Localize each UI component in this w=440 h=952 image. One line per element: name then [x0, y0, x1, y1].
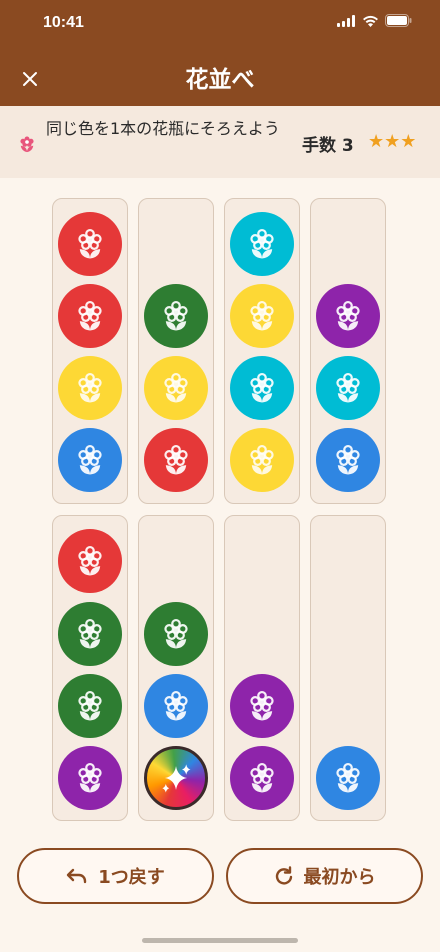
restart-button[interactable]: 最初から: [226, 848, 423, 904]
flower-icon: [164, 372, 188, 403]
flower-ball-green: [144, 284, 208, 348]
flower-ball-blue: [144, 674, 208, 738]
undo-icon: [67, 868, 87, 884]
flower-ball-blue: [316, 428, 380, 492]
move-counter: 手数 3: [302, 136, 354, 156]
signal-icon: [337, 14, 355, 27]
home-indicator: [142, 938, 298, 943]
flower-ball-green: [144, 602, 208, 666]
flower-ball-yellow: [144, 356, 208, 420]
flower-ball-cyan: [230, 356, 294, 420]
flower-icon: [20, 136, 34, 153]
flower-icon: [250, 372, 274, 403]
flower-icon: [78, 300, 102, 331]
page-title: 花並べ: [185, 67, 255, 93]
flower-ball-green: [58, 602, 122, 666]
flower-ball-yellow: [230, 284, 294, 348]
flower-icon: [250, 300, 274, 331]
flower-icon: [250, 228, 274, 259]
flower-ball-blue: [316, 746, 380, 810]
instruction-text: 同じ色を1本の花瓶にそろえよう: [46, 119, 280, 138]
flower-icon: [250, 762, 274, 793]
sparkle-icon: [162, 764, 191, 793]
flower-ball-yellow: [58, 356, 122, 420]
status-time: 10:41: [43, 14, 84, 31]
flower-icon: [164, 618, 188, 649]
header-bar: 10:41 花並べ: [0, 0, 440, 106]
flower-ball-blue: [58, 428, 122, 492]
flower-ball-red: [58, 529, 122, 593]
restart-icon: [275, 866, 292, 885]
battery-icon: [385, 14, 412, 27]
flower-icon: [78, 690, 102, 721]
wifi-icon: [363, 15, 378, 27]
flower-ball-red: [144, 428, 208, 492]
flower-icon: [78, 762, 102, 793]
flower-icon: [78, 444, 102, 475]
flower-icon: [250, 690, 274, 721]
rainbow-wildcard-ball: [144, 746, 208, 810]
flower-icon: [164, 690, 188, 721]
undo-label: 1つ戻す: [98, 867, 165, 888]
flower-ball-purple: [316, 284, 380, 348]
flower-icon: [164, 300, 188, 331]
flower-icon: [78, 545, 102, 576]
star-rating: ★★★: [368, 131, 417, 152]
status-icons: [337, 14, 412, 27]
flower-ball-red: [58, 212, 122, 276]
flower-icon: [336, 372, 360, 403]
flower-ball-cyan: [230, 212, 294, 276]
flower-icon: [78, 372, 102, 403]
flower-icon: [336, 762, 360, 793]
flower-ball-red: [58, 284, 122, 348]
flower-icon: [164, 444, 188, 475]
flower-icon: [250, 444, 274, 475]
flower-icon: [336, 444, 360, 475]
restart-label: 最初から: [303, 867, 376, 888]
flower-icon: [78, 618, 102, 649]
flower-ball-purple: [230, 674, 294, 738]
flower-icon: [78, 228, 102, 259]
flower-ball-cyan: [316, 356, 380, 420]
undo-button[interactable]: 1つ戻す: [17, 848, 214, 904]
flower-ball-green: [58, 674, 122, 738]
flower-icon: [336, 300, 360, 331]
flower-ball-yellow: [230, 428, 294, 492]
flower-ball-purple: [58, 746, 122, 810]
flower-ball-purple: [230, 746, 294, 810]
